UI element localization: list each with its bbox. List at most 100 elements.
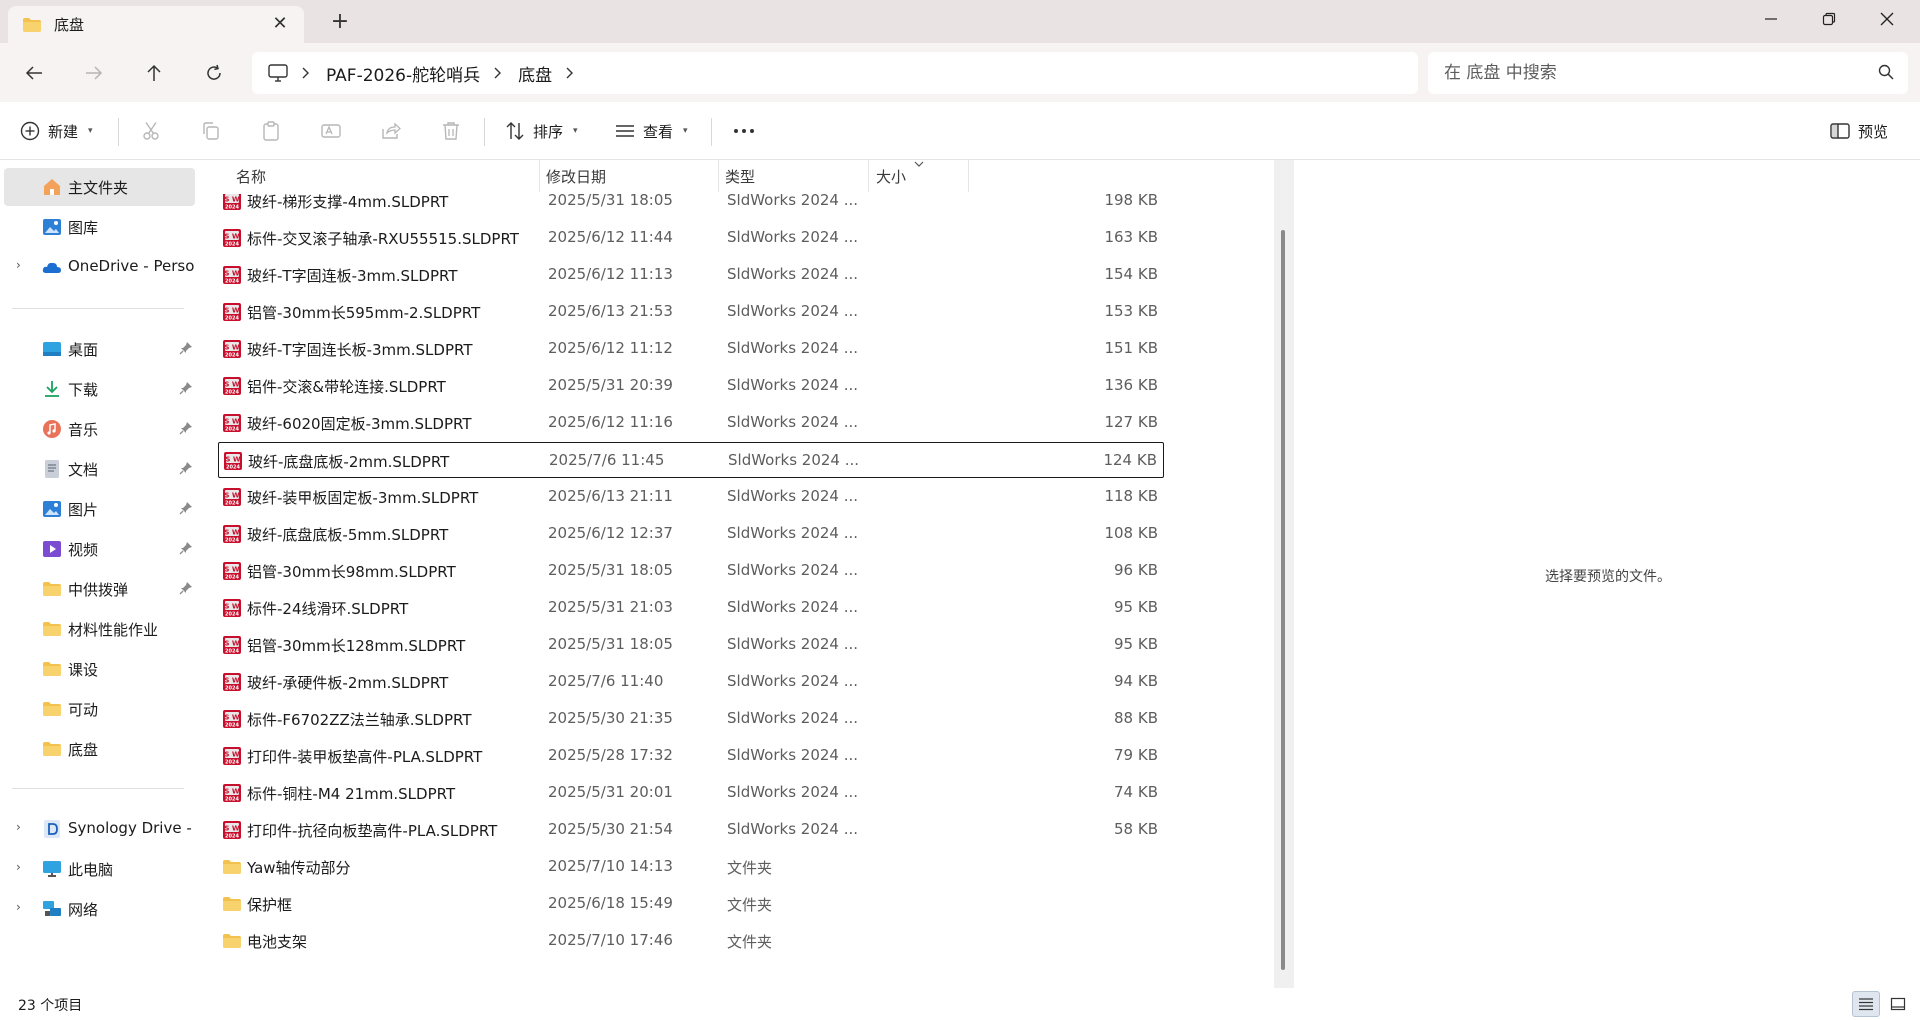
- address-bar[interactable]: PAF-2026-舵轮哨兵 底盘: [252, 52, 1418, 94]
- sidebar-item-quick-2[interactable]: 课设: [4, 650, 195, 688]
- file-row[interactable]: S W 2024 玻纤-承硬件板-2mm.SLDPRT 2025/7/6 11:40 S…: [218, 664, 1164, 700]
- chevron-right-icon[interactable]: ›: [16, 860, 21, 874]
- copy-button[interactable]: [201, 114, 221, 148]
- pin-icon[interactable]: [179, 341, 193, 355]
- sidebar-item-documents[interactable]: 文档: [4, 450, 195, 488]
- new-button[interactable]: 新建 ▾: [20, 114, 93, 148]
- search-icon[interactable]: [1878, 64, 1894, 84]
- sidebar-item-downloads[interactable]: 下载: [4, 370, 195, 408]
- file-row[interactable]: S W 2024 标件-铜柱-M4 21mm.SLDPRT 2025/5/31 20:…: [218, 775, 1164, 811]
- column-header-type[interactable]: 类型: [725, 160, 865, 192]
- share-button[interactable]: [381, 114, 401, 148]
- sidebar-item-desktop[interactable]: 桌面: [4, 330, 195, 368]
- more-icon: [734, 129, 754, 133]
- pin-icon[interactable]: [179, 381, 193, 395]
- search-input[interactable]: [1444, 63, 1844, 83]
- restore-button[interactable]: [1800, 0, 1858, 38]
- up-button[interactable]: [138, 57, 170, 89]
- file-row[interactable]: S W 2024 铝件-交滚&带轮连接.SLDPRT 2025/5/31 20:39 S…: [218, 368, 1164, 404]
- folder-row[interactable]: Yaw轴传动部分 2025/7/10 14:13 文件夹: [218, 849, 1164, 885]
- file-row[interactable]: S W 2024 玻纤-T字固连板-3mm.SLDPRT 2025/6/12 11:1…: [218, 257, 1164, 293]
- file-row[interactable]: S W 2024 铝管-30mm长128mm.SLDPRT 2025/5/31 18:…: [218, 627, 1164, 663]
- file-row[interactable]: S W 2024 玻纤-T字固连长板-3mm.SLDPRT 2025/6/12 11:…: [218, 331, 1164, 367]
- sidebar-item-quick-4[interactable]: 底盘: [4, 730, 195, 768]
- chevron-down-icon: ▾: [573, 126, 578, 136]
- pin-icon[interactable]: [179, 541, 193, 555]
- sidebar-item-this-pc[interactable]: › 此电脑: [4, 850, 195, 888]
- solidworks-part-icon: S W2024: [222, 709, 242, 729]
- more-options-button[interactable]: [732, 114, 756, 148]
- details-view-button[interactable]: [1852, 991, 1880, 1017]
- preview-pane-button[interactable]: 预览: [1830, 114, 1888, 148]
- file-row[interactable]: S W 2024 玻纤-底盘底板-2mm.SLDPRT 2025/7/6 11:45 S…: [218, 442, 1164, 478]
- sidebar-item-quick-0[interactable]: 中供拨弹: [4, 570, 195, 608]
- breadcrumb-project[interactable]: PAF-2026-舵轮哨兵: [326, 61, 480, 86]
- forward-button[interactable]: [78, 57, 110, 89]
- column-resize-handle[interactable]: [968, 160, 969, 192]
- sidebar-item-quick-3[interactable]: 可动: [4, 690, 195, 728]
- close-window-button[interactable]: [1858, 0, 1916, 38]
- chevron-right-icon[interactable]: [566, 66, 576, 80]
- sidebar-item-onedrive[interactable]: › OneDrive - Persor: [4, 248, 195, 286]
- breadcrumb-current[interactable]: 底盘: [518, 61, 552, 86]
- file-row[interactable]: S W 2024 标件-24线滑环.SLDPRT 2025/5/31 21:03 Sld…: [218, 590, 1164, 626]
- sidebar-item-videos[interactable]: 视频: [4, 530, 195, 568]
- pin-icon[interactable]: [179, 461, 193, 475]
- file-row[interactable]: S W 2024 标件-F6702ZZ法兰轴承.SLDPRT 2025/5/30 21…: [218, 701, 1164, 737]
- svg-text:2024: 2024: [225, 427, 239, 433]
- chevron-right-icon[interactable]: ›: [16, 258, 21, 272]
- sidebar-item-quick-1[interactable]: 材料性能作业: [4, 610, 195, 648]
- pin-icon[interactable]: [179, 501, 193, 515]
- search-box[interactable]: [1428, 52, 1908, 94]
- sidebar-item-music[interactable]: 音乐: [4, 410, 195, 448]
- chevron-right-icon[interactable]: ›: [16, 900, 21, 914]
- chevron-right-icon[interactable]: [494, 66, 504, 80]
- tiles-view-button[interactable]: [1884, 991, 1912, 1017]
- file-row[interactable]: S W 2024 铝管-30mm长98mm.SLDPRT 2025/5/31 18:0…: [218, 553, 1164, 589]
- column-resize-handle[interactable]: [868, 160, 869, 192]
- delete-button[interactable]: [441, 114, 461, 148]
- column-resize-handle[interactable]: [718, 160, 719, 192]
- file-name: 玻纤-装甲板固定板-3mm.SLDPRT: [247, 489, 479, 507]
- file-row[interactable]: S W 2024 打印件-抗径向板垫高件-PLA.SLDPRT 2025/5/30 2…: [218, 812, 1164, 848]
- chevron-right-icon[interactable]: [302, 66, 312, 80]
- pin-icon[interactable]: [179, 581, 193, 595]
- column-resize-handle[interactable]: [539, 160, 540, 192]
- file-row[interactable]: S W 2024 玻纤-底盘底板-5mm.SLDPRT 2025/6/12 12:37…: [218, 516, 1164, 552]
- folder-row[interactable]: 保护框 2025/6/18 15:49 文件夹: [218, 886, 1164, 922]
- file-row[interactable]: S W 2024 玻纤-装甲板固定板-3mm.SLDPRT 2025/6/13 21:…: [218, 479, 1164, 515]
- file-list-scrollbar[interactable]: [1274, 160, 1294, 988]
- sidebar-item-gallery[interactable]: 图库: [4, 208, 195, 246]
- file-date: 2025/6/13 21:53: [548, 302, 673, 320]
- file-row[interactable]: S W 2024 打印件-装甲板垫高件-PLA.SLDPRT 2025/5/28 17…: [218, 738, 1164, 774]
- view-button[interactable]: 查看 ▾: [615, 114, 688, 148]
- column-header-date[interactable]: 修改日期: [546, 160, 706, 192]
- minimize-button[interactable]: [1742, 0, 1800, 38]
- back-button[interactable]: [18, 57, 50, 89]
- sort-button[interactable]: 排序 ▾: [505, 114, 578, 148]
- sidebar-item-label: 文档: [68, 461, 99, 479]
- pictures-icon: [43, 501, 61, 517]
- file-row[interactable]: S W 2024 玻纤-6020固定板-3mm.SLDPRT 2025/6/12 11…: [218, 405, 1164, 441]
- folder-row[interactable]: 电池支架 2025/7/10 17:46 文件夹: [218, 923, 1164, 959]
- new-tab-icon[interactable]: +: [328, 10, 352, 34]
- file-row[interactable]: S W 2024 铝管-30mm长595mm-2.SLDPRT 2025/6/13 2…: [218, 294, 1164, 330]
- scrollbar-thumb[interactable]: [1281, 230, 1285, 970]
- close-tab-icon[interactable]: ✕: [270, 14, 290, 34]
- svg-text:2024: 2024: [225, 390, 239, 396]
- column-header-name[interactable]: 名称: [236, 160, 536, 192]
- sidebar-item-home[interactable]: 主文件夹: [4, 168, 195, 206]
- solidworks-part-icon: S W2024: [222, 820, 242, 840]
- pin-icon[interactable]: [179, 421, 193, 435]
- chevron-right-icon[interactable]: ›: [16, 820, 21, 834]
- sidebar-item-synology[interactable]: › Synology Drive - I: [4, 810, 195, 848]
- tab-active[interactable]: 底盘 ✕: [8, 6, 304, 43]
- rename-button[interactable]: [321, 114, 341, 148]
- file-row[interactable]: S W 2024 标件-交叉滚子轴承-RXU55515.SLDPRT 2025/6/1…: [218, 220, 1164, 256]
- sidebar-item-network[interactable]: › 网络: [4, 890, 195, 928]
- svg-text:2024: 2024: [225, 205, 239, 211]
- paste-button[interactable]: [261, 114, 281, 148]
- cut-button[interactable]: [141, 114, 161, 148]
- sidebar-item-pictures[interactable]: 图片: [4, 490, 195, 528]
- refresh-button[interactable]: [198, 57, 230, 89]
